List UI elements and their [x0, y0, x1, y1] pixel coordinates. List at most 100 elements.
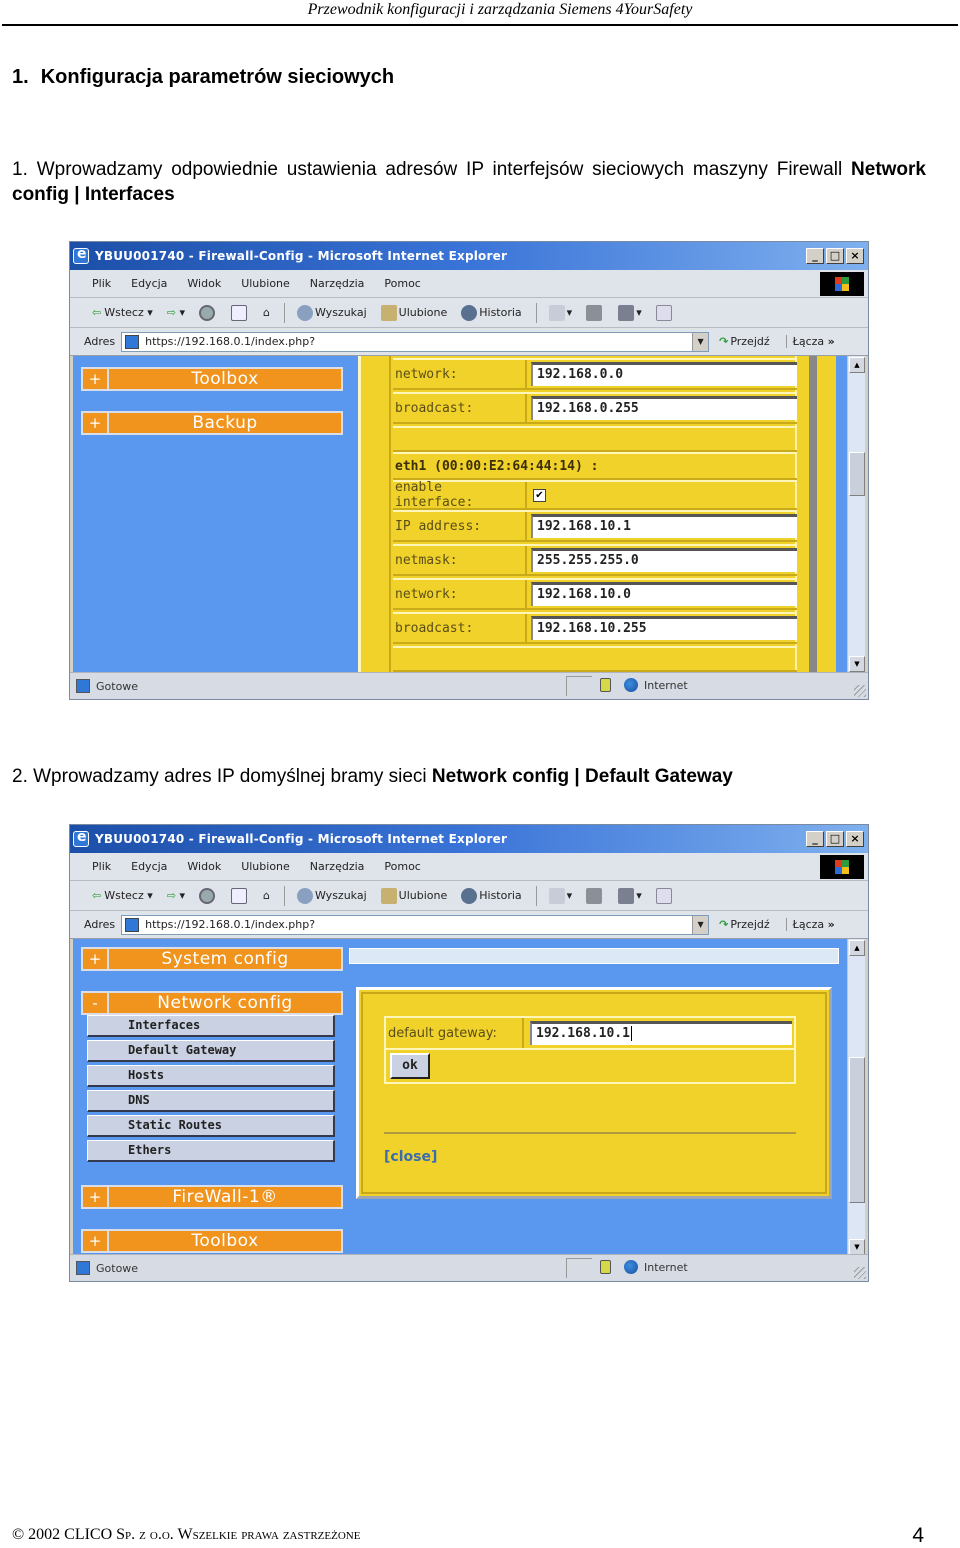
- forward-button[interactable]: ⇨ ▾: [167, 306, 185, 319]
- vertical-scrollbar[interactable]: ▲ ▼: [847, 939, 865, 1256]
- home-button[interactable]: ⌂: [263, 889, 270, 902]
- close-link[interactable]: [close]: [384, 1149, 437, 1165]
- gateway-label: default gateway:: [386, 1018, 524, 1048]
- globe-icon: [624, 678, 638, 692]
- broadcast-input[interactable]: 192.168.0.255: [531, 396, 797, 420]
- scroll-up-icon[interactable]: ▲: [849, 357, 865, 373]
- vertical-scrollbar[interactable]: ▲ ▼: [847, 356, 865, 673]
- history-button[interactable]: Historia: [461, 887, 522, 904]
- nav-toolbox[interactable]: + Toolbox: [81, 1229, 343, 1253]
- discuss-button[interactable]: [655, 887, 674, 904]
- page-status-icon: [76, 1261, 90, 1275]
- page-icon: [125, 334, 140, 349]
- network-input[interactable]: 192.168.10.0: [531, 582, 797, 606]
- address-input[interactable]: https://192.168.0.1/index.php? ▼: [121, 914, 710, 935]
- favorites-button[interactable]: Ulubione: [380, 304, 447, 321]
- go-button[interactable]: ↷ Przejdź: [719, 918, 770, 931]
- refresh-button[interactable]: [231, 304, 249, 321]
- stop-button[interactable]: [199, 304, 217, 321]
- links-button[interactable]: Łącza »: [785, 918, 835, 931]
- menu-favorites[interactable]: Ulubione: [241, 277, 290, 290]
- forward-arrow-icon: ⇨: [166, 889, 176, 902]
- ok-button[interactable]: ok: [390, 1053, 430, 1079]
- menu-view[interactable]: Widok: [187, 860, 221, 873]
- menu-view[interactable]: Widok: [187, 277, 221, 290]
- form-row: broadcast: 192.168.0.255: [393, 392, 797, 424]
- subnav-ethers[interactable]: Ethers: [87, 1140, 335, 1162]
- resize-grip-icon[interactable]: [854, 685, 866, 697]
- maximize-button[interactable]: □: [826, 831, 844, 847]
- menu-edit[interactable]: Edycja: [131, 860, 167, 873]
- page-footer: © 2002 CLICO Sp. z o.o. Wszelkie prawa z…: [12, 1526, 360, 1544]
- expand-icon: +: [83, 1231, 109, 1251]
- scroll-down-icon[interactable]: ▼: [849, 656, 865, 672]
- print-button[interactable]: [586, 887, 604, 904]
- globe-icon: [624, 1260, 638, 1274]
- edit-button[interactable]: ▾: [618, 887, 642, 904]
- favorites-button[interactable]: Ulubione: [380, 887, 447, 904]
- address-dropdown-icon[interactable]: ▼: [692, 332, 709, 351]
- menu-file[interactable]: Plik: [92, 277, 111, 290]
- menu-edit[interactable]: Edycja: [131, 277, 167, 290]
- subnav-hosts[interactable]: Hosts: [87, 1065, 335, 1087]
- menu-favorites[interactable]: Ulubione: [241, 860, 290, 873]
- mail-button[interactable]: ▾: [548, 304, 572, 321]
- subnav-default-gateway[interactable]: Default Gateway: [87, 1040, 335, 1062]
- back-button[interactable]: ⇦ Wstecz ▾: [92, 306, 153, 319]
- edit-icon: [618, 304, 635, 321]
- maximize-button[interactable]: □: [826, 248, 844, 264]
- back-button[interactable]: ⇦ Wstecz ▾: [92, 889, 153, 902]
- menu-help[interactable]: Pomoc: [384, 860, 420, 873]
- address-bar: Adres https://192.168.0.1/index.php? ▼ ↷…: [70, 911, 868, 939]
- refresh-button[interactable]: [231, 887, 249, 904]
- nav-backup[interactable]: + Backup: [81, 411, 343, 435]
- resize-grip-icon[interactable]: [854, 1267, 866, 1279]
- forward-button[interactable]: ⇨ ▾: [167, 889, 185, 902]
- browser-window-default-gateway: YBUU001740 - Firewall-Config - Microsoft…: [69, 824, 869, 1282]
- scroll-thumb[interactable]: [849, 1057, 865, 1203]
- go-button[interactable]: ↷ Przejdź: [719, 335, 770, 348]
- close-button[interactable]: ×: [846, 831, 864, 847]
- enable-interface-checkbox[interactable]: ✔: [533, 488, 546, 502]
- default-gateway-input[interactable]: 192.168.10.1: [530, 1021, 792, 1045]
- search-button[interactable]: Wyszukaj: [297, 304, 367, 321]
- subnav-dns[interactable]: DNS: [87, 1090, 335, 1112]
- menu-help[interactable]: Pomoc: [384, 277, 420, 290]
- broadcast-input[interactable]: 192.168.10.255: [531, 616, 797, 640]
- links-button[interactable]: Łącza »: [785, 335, 835, 348]
- home-button[interactable]: ⌂: [263, 306, 270, 319]
- minimize-button[interactable]: _: [806, 831, 824, 847]
- stop-button[interactable]: [199, 887, 217, 904]
- edit-button[interactable]: ▾: [618, 304, 642, 321]
- discuss-button[interactable]: [655, 304, 674, 321]
- nav-firewall-1[interactable]: + FireWall-1®: [81, 1185, 343, 1209]
- menu-tools[interactable]: Narzędzia: [310, 277, 365, 290]
- nav-toolbox[interactable]: + Toolbox: [81, 367, 343, 391]
- address-dropdown-icon[interactable]: ▼: [692, 915, 709, 934]
- nav-network-config[interactable]: - Network config: [81, 991, 343, 1015]
- mail-icon: [548, 304, 565, 321]
- netmask-input[interactable]: 255.255.255.0: [531, 548, 797, 572]
- address-input[interactable]: https://192.168.0.1/index.php? ▼: [121, 331, 710, 352]
- minimize-button[interactable]: _: [806, 248, 824, 264]
- status-text: Gotowe: [96, 679, 139, 693]
- history-button[interactable]: Historia: [461, 304, 522, 321]
- search-button[interactable]: Wyszukaj: [297, 887, 367, 904]
- mail-button[interactable]: ▾: [548, 887, 572, 904]
- scroll-thumb[interactable]: [849, 452, 865, 496]
- print-button[interactable]: [586, 304, 604, 321]
- subnav-static-routes[interactable]: Static Routes: [87, 1115, 335, 1137]
- subnav-interfaces[interactable]: Interfaces: [87, 1015, 335, 1037]
- browser-window-interfaces: YBUU001740 - Firewall-Config - Microsoft…: [69, 241, 869, 700]
- nav-system-config[interactable]: + System config: [81, 947, 343, 971]
- stop-icon: [199, 304, 216, 321]
- close-button[interactable]: ×: [846, 248, 864, 264]
- scroll-down-icon[interactable]: ▼: [849, 1239, 865, 1255]
- network-input[interactable]: 192.168.0.0: [531, 362, 797, 386]
- menu-tools[interactable]: Narzędzia: [310, 860, 365, 873]
- form-row: network: 192.168.10.0: [393, 578, 797, 610]
- expand-icon: +: [83, 369, 109, 389]
- menu-file[interactable]: Plik: [92, 860, 111, 873]
- scroll-up-icon[interactable]: ▲: [849, 940, 865, 956]
- ip-address-input[interactable]: 192.168.10.1: [531, 514, 797, 538]
